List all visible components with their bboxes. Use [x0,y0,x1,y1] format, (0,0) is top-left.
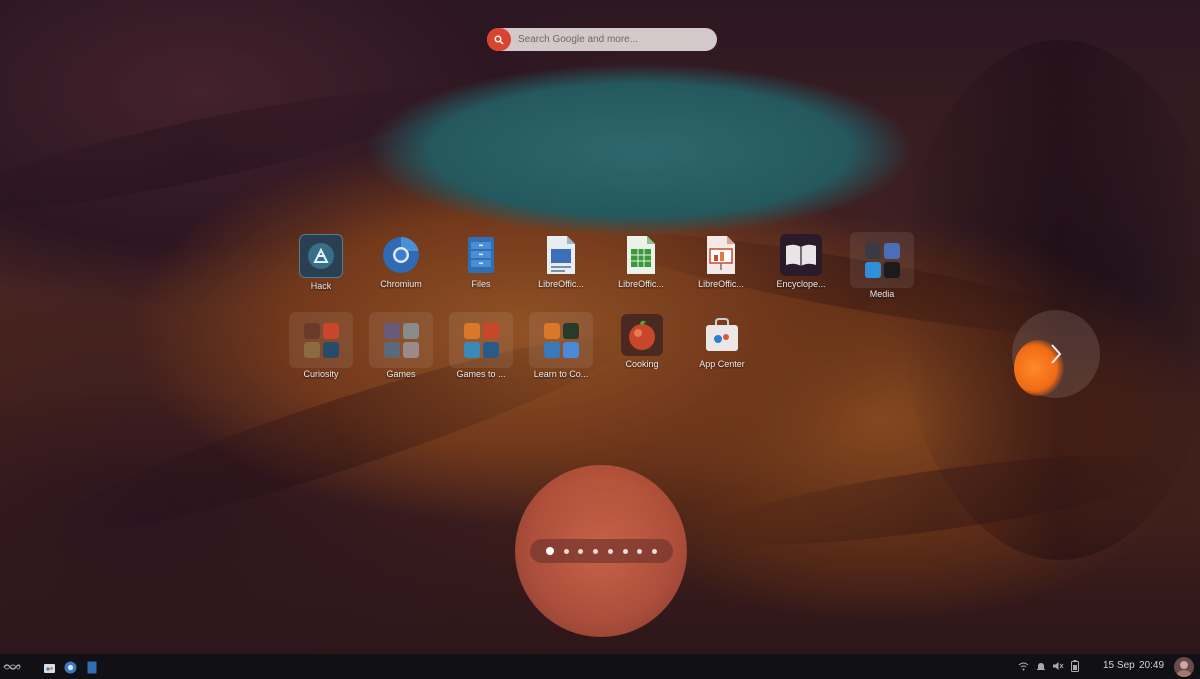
app-label: Hack [310,281,332,291]
app-encyclopedia[interactable]: Encyclope... [762,234,840,314]
encyclopedia-icon [780,234,822,276]
app-label: Learn to Co... [533,369,589,379]
page-dot-2[interactable] [563,548,569,554]
app-label: LibreOffic... [618,279,664,289]
app-label: Encyclope... [776,279,826,289]
app-label: LibreOffic... [698,279,744,289]
page-dot-5[interactable] [607,548,613,554]
notifications-icon[interactable] [1034,659,1048,673]
app-label: Games to ... [456,369,506,379]
app-libreoffice-calc[interactable]: LibreOffic... [602,234,680,314]
games-folder-icon [369,312,433,368]
battery-icon[interactable] [1068,659,1082,673]
learn-to-code-folder-icon [529,312,593,368]
files-icon [460,234,502,276]
app-cooking[interactable]: Cooking [603,314,681,394]
curiosity-folder-icon [289,312,353,368]
chromium-taskbar-icon[interactable] [63,660,77,674]
libreoffice-impress-icon [700,234,742,276]
chevron-right-icon [1051,344,1062,364]
folder-games[interactable]: Games [362,312,440,392]
time-label[interactable]: 20:49 [1139,660,1164,671]
folder-curiosity[interactable]: Curiosity [282,312,360,392]
app-label: LibreOffic... [538,279,584,289]
app-label: Curiosity [303,369,339,379]
app-label: Chromium [380,279,422,289]
libreoffice-writer-icon [540,234,582,276]
search-bar[interactable] [487,28,717,51]
cooking-icon [621,314,663,356]
app-label: Cooking [625,359,659,369]
app-label: App Center [699,359,745,369]
app-libreoffice-writer[interactable]: LibreOffic... [522,234,600,314]
page-dot-4[interactable] [593,548,599,554]
page-dot-1[interactable] [545,547,554,555]
page-dot-8[interactable] [652,548,658,554]
media-folder-icon [850,232,914,288]
app-chromium[interactable]: Chromium [362,234,440,314]
next-page-button[interactable] [1012,310,1100,398]
page-dot-3[interactable] [578,548,584,554]
date-label: 15 Sep [1103,660,1135,671]
search-input[interactable] [518,34,708,45]
network-icon[interactable] [1016,659,1030,673]
libreoffice-calc-icon [620,234,662,276]
app-label: Files [471,279,491,289]
app-files[interactable]: Files [442,234,520,314]
page-dot-7[interactable] [637,548,643,554]
folder-games-to-create[interactable]: Games to ... [442,312,520,392]
files-taskbar-icon[interactable] [86,660,98,674]
games-to-create-folder-icon [449,312,513,368]
user-avatar[interactable] [1174,657,1194,677]
chromium-icon [380,234,422,276]
app-center-icon [701,314,743,356]
app-libreoffice-impress[interactable]: LibreOffic... [682,234,760,314]
page-dot-6[interactable] [622,548,628,554]
folder-media[interactable]: Media [843,232,921,312]
page-indicator[interactable] [530,539,673,563]
volume-icon[interactable] [1051,659,1065,673]
app-hack[interactable]: Hack [282,234,360,314]
folder-learn-to-code[interactable]: Learn to Co... [522,312,600,392]
app-label: Games [386,369,416,379]
hack-icon [299,234,343,278]
app-label: Media [869,289,895,299]
app-app-center[interactable]: App Center [683,314,761,394]
endless-logo-icon[interactable] [3,661,21,673]
app-center-taskbar-icon[interactable] [42,660,56,674]
search-icon [487,28,511,51]
